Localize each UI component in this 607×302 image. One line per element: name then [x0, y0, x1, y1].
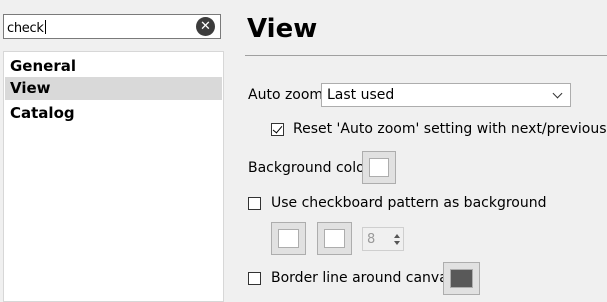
checkboard-size-value: 8	[367, 232, 376, 247]
settings-nav: General View Catalog	[3, 51, 224, 302]
checkboard-checkbox[interactable]	[248, 197, 261, 210]
background-color-swatch	[369, 158, 389, 177]
checkboard-color2-swatch	[324, 229, 345, 248]
nav-item-general[interactable]: General	[5, 55, 222, 78]
border-line-label: Border line around canvas	[271, 270, 456, 286]
nav-item-catalog[interactable]: Catalog	[5, 102, 222, 125]
checkboard-color2-button[interactable]	[317, 222, 352, 255]
spin-down-icon[interactable]	[394, 241, 400, 245]
auto-zoom-select[interactable]: Last used	[321, 83, 571, 107]
checkboard-color1-swatch	[278, 229, 299, 248]
title-divider	[245, 55, 607, 56]
page-title: View	[247, 14, 318, 44]
checkboard-color1-button[interactable]	[271, 222, 306, 255]
auto-zoom-value: Last used	[327, 87, 395, 103]
spin-up-icon[interactable]	[394, 234, 400, 238]
border-line-color-button[interactable]	[443, 262, 480, 295]
background-color-label: Background color	[248, 160, 371, 176]
reset-auto-zoom-checkbox[interactable]	[271, 123, 284, 136]
border-line-checkbox[interactable]	[248, 272, 261, 285]
background-color-button[interactable]	[362, 151, 396, 184]
checkmark-icon	[272, 123, 283, 134]
auto-zoom-label: Auto zoom	[248, 87, 324, 103]
nav-item-view[interactable]: View	[5, 77, 222, 100]
reset-auto-zoom-label: Reset 'Auto zoom' setting with next/prev…	[293, 121, 607, 137]
chevron-down-icon	[552, 88, 563, 99]
clear-search-icon[interactable]: ✕	[196, 17, 215, 36]
search-input[interactable]: check ✕	[3, 14, 221, 39]
checkboard-size-stepper[interactable]: 8	[362, 227, 404, 251]
border-line-color-swatch	[450, 269, 473, 288]
search-text: check	[7, 20, 46, 36]
checkboard-label: Use checkboard pattern as background	[271, 195, 547, 211]
